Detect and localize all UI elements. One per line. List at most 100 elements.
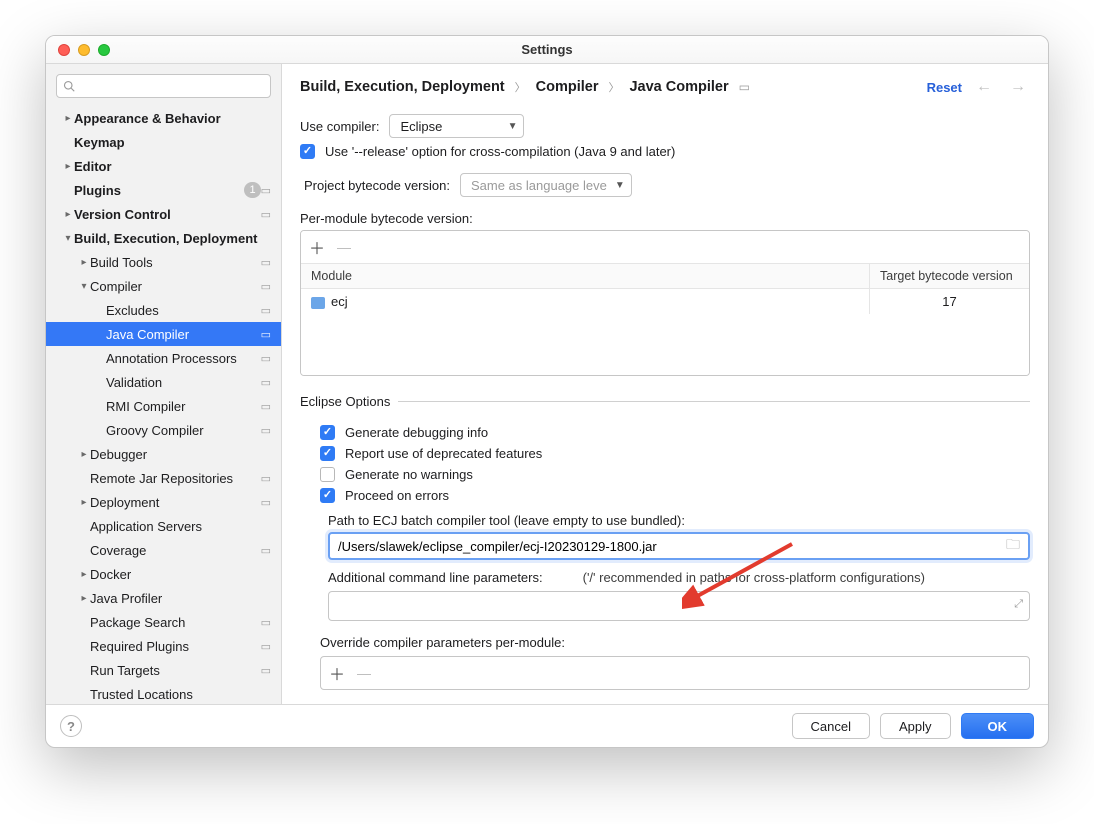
project-config-icon: ▭ — [261, 640, 271, 653]
sidebar-item-label: Build, Execution, Deployment — [74, 231, 271, 246]
sidebar-item-application-servers[interactable]: Application Servers — [46, 514, 281, 538]
proceed-errors-checkbox[interactable] — [320, 488, 335, 503]
sidebar-item-trusted-locations[interactable]: Trusted Locations — [46, 682, 281, 704]
chevron-down-icon: ▾ — [78, 281, 90, 292]
sidebar-item-debugger[interactable]: ▸Debugger — [46, 442, 281, 466]
chevron-down-icon: ▾ — [62, 233, 74, 244]
gen-debug-checkbox[interactable] — [320, 425, 335, 440]
sidebar-item-validation[interactable]: Validation▭ — [46, 370, 281, 394]
sidebar-item-deployment[interactable]: ▸Deployment▭ — [46, 490, 281, 514]
chevron-down-icon: ▼ — [500, 121, 518, 132]
sidebar-item-build-execution-deployment[interactable]: ▾Build, Execution, Deployment — [46, 226, 281, 250]
cmd-params-label: Additional command line parameters: — [328, 570, 543, 585]
browse-folder-icon[interactable]: 🗀 — [1006, 534, 1020, 558]
release-option-checkbox[interactable] — [300, 144, 315, 159]
project-config-icon: ▭ — [261, 424, 271, 437]
help-button[interactable]: ? — [60, 715, 82, 737]
sidebar-item-package-search[interactable]: Package Search▭ — [46, 610, 281, 634]
ecj-path-input[interactable] — [338, 539, 1006, 554]
sidebar-item-label: Remote Jar Repositories — [90, 471, 261, 486]
sidebar-item-version-control[interactable]: ▸Version Control▭ — [46, 202, 281, 226]
project-config-icon: ▭ — [261, 184, 271, 197]
sidebar-item-keymap[interactable]: Keymap — [46, 130, 281, 154]
remove-row-button[interactable]: — — [337, 239, 351, 255]
sidebar-item-label: Docker — [90, 567, 271, 582]
titlebar: Settings — [46, 36, 1048, 64]
sidebar-item-label: Trusted Locations — [90, 687, 271, 702]
sidebar-item-run-targets[interactable]: Run Targets▭ — [46, 658, 281, 682]
breadcrumb-b[interactable]: Compiler — [536, 79, 599, 95]
no-warnings-checkbox[interactable] — [320, 467, 335, 482]
per-module-label: Per-module bytecode version: — [300, 211, 1030, 226]
breadcrumb-a[interactable]: Build, Execution, Deployment — [300, 79, 505, 95]
version-cell[interactable]: 17 — [869, 289, 1029, 314]
ecj-path-field[interactable]: 🗀 — [328, 532, 1030, 560]
search-icon — [63, 80, 75, 92]
project-config-icon: ▭ — [261, 352, 271, 365]
project-config-icon: ▭ — [261, 400, 271, 413]
reset-button[interactable]: Reset — [927, 80, 962, 95]
chevron-right-icon: ▸ — [78, 593, 90, 604]
sidebar-item-label: Package Search — [90, 615, 261, 630]
expand-icon[interactable]: ⤢ — [1014, 598, 1023, 611]
override-label: Override compiler parameters per-module: — [320, 635, 1030, 650]
eclipse-options-legend: Eclipse Options — [300, 394, 398, 409]
breadcrumb-c: Java Compiler — [629, 79, 728, 95]
sidebar-item-java-profiler[interactable]: ▸Java Profiler — [46, 586, 281, 610]
deprecated-label: Report use of deprecated features — [345, 446, 542, 461]
sidebar-item-label: Version Control — [74, 207, 261, 222]
table-row[interactable]: ecj17 — [301, 289, 1029, 314]
apply-button[interactable]: Apply — [880, 713, 951, 739]
eclipse-options-group: Eclipse Options Generate debugging info … — [300, 394, 1030, 690]
sidebar-item-groovy-compiler[interactable]: Groovy Compiler▭ — [46, 418, 281, 442]
column-version: Target bytecode version — [869, 264, 1029, 288]
sidebar-item-label: Plugins — [74, 183, 238, 198]
chevron-right-icon: ▸ — [78, 569, 90, 580]
ok-button[interactable]: OK — [961, 713, 1035, 739]
sidebar-item-docker[interactable]: ▸Docker — [46, 562, 281, 586]
nav-back-icon[interactable]: ← — [972, 78, 996, 96]
module-cell: ecj — [301, 289, 869, 314]
project-config-icon: ▭ — [261, 496, 271, 509]
sidebar-item-remote-jar-repositories[interactable]: Remote Jar Repositories▭ — [46, 466, 281, 490]
cancel-button[interactable]: Cancel — [792, 713, 870, 739]
cmd-params-hint: ('/' recommended in paths for cross-plat… — [583, 570, 925, 585]
sidebar-item-label: Java Compiler — [106, 327, 261, 342]
cmd-params-input[interactable]: ⤢ — [328, 591, 1030, 621]
chevron-right-icon: 〉 — [608, 79, 619, 95]
settings-tree[interactable]: ▸Appearance & BehaviorKeymap▸EditorPlugi… — [46, 106, 281, 704]
sidebar-item-java-compiler[interactable]: Java Compiler▭ — [46, 322, 281, 346]
project-bytecode-select[interactable]: Same as language leve ▼ — [460, 173, 632, 197]
add-row-button[interactable]: ＋ — [309, 235, 325, 259]
sidebar-item-excludes[interactable]: Excludes▭ — [46, 298, 281, 322]
sidebar-item-plugins[interactable]: Plugins1▭ — [46, 178, 281, 202]
project-bytecode-value: Same as language leve — [471, 178, 607, 193]
settings-search[interactable] — [56, 74, 271, 98]
sidebar-item-build-tools[interactable]: ▸Build Tools▭ — [46, 250, 281, 274]
use-compiler-select[interactable]: Eclipse ▼ — [389, 114, 524, 138]
project-config-icon: ▭ — [739, 80, 750, 94]
sidebar-item-annotation-processors[interactable]: Annotation Processors▭ — [46, 346, 281, 370]
nav-forward-icon[interactable]: → — [1006, 78, 1030, 96]
sidebar-item-required-plugins[interactable]: Required Plugins▭ — [46, 634, 281, 658]
override-add-button[interactable]: ＋ — [329, 661, 345, 685]
sidebar-item-label: Coverage — [90, 543, 261, 558]
release-option-label: Use '--release' option for cross-compila… — [325, 144, 675, 159]
settings-search-input[interactable] — [79, 79, 264, 93]
deprecated-checkbox[interactable] — [320, 446, 335, 461]
breadcrumb: Build, Execution, Deployment 〉 Compiler … — [282, 64, 1048, 102]
ecj-path-label: Path to ECJ batch compiler tool (leave e… — [328, 513, 1030, 528]
sidebar-item-appearance-behavior[interactable]: ▸Appearance & Behavior — [46, 106, 281, 130]
sidebar-item-rmi-compiler[interactable]: RMI Compiler▭ — [46, 394, 281, 418]
sidebar-item-coverage[interactable]: Coverage▭ — [46, 538, 281, 562]
sidebar-item-label: Annotation Processors — [106, 351, 261, 366]
no-warnings-label: Generate no warnings — [345, 467, 473, 482]
module-icon — [311, 297, 325, 309]
sidebar-item-label: Appearance & Behavior — [74, 111, 271, 126]
sidebar-item-compiler[interactable]: ▾Compiler▭ — [46, 274, 281, 298]
sidebar-item-label: Application Servers — [90, 519, 271, 534]
override-remove-button[interactable]: — — [357, 665, 371, 681]
chevron-down-icon: ▼ — [607, 180, 625, 191]
sidebar-item-label: Deployment — [90, 495, 261, 510]
sidebar-item-editor[interactable]: ▸Editor — [46, 154, 281, 178]
